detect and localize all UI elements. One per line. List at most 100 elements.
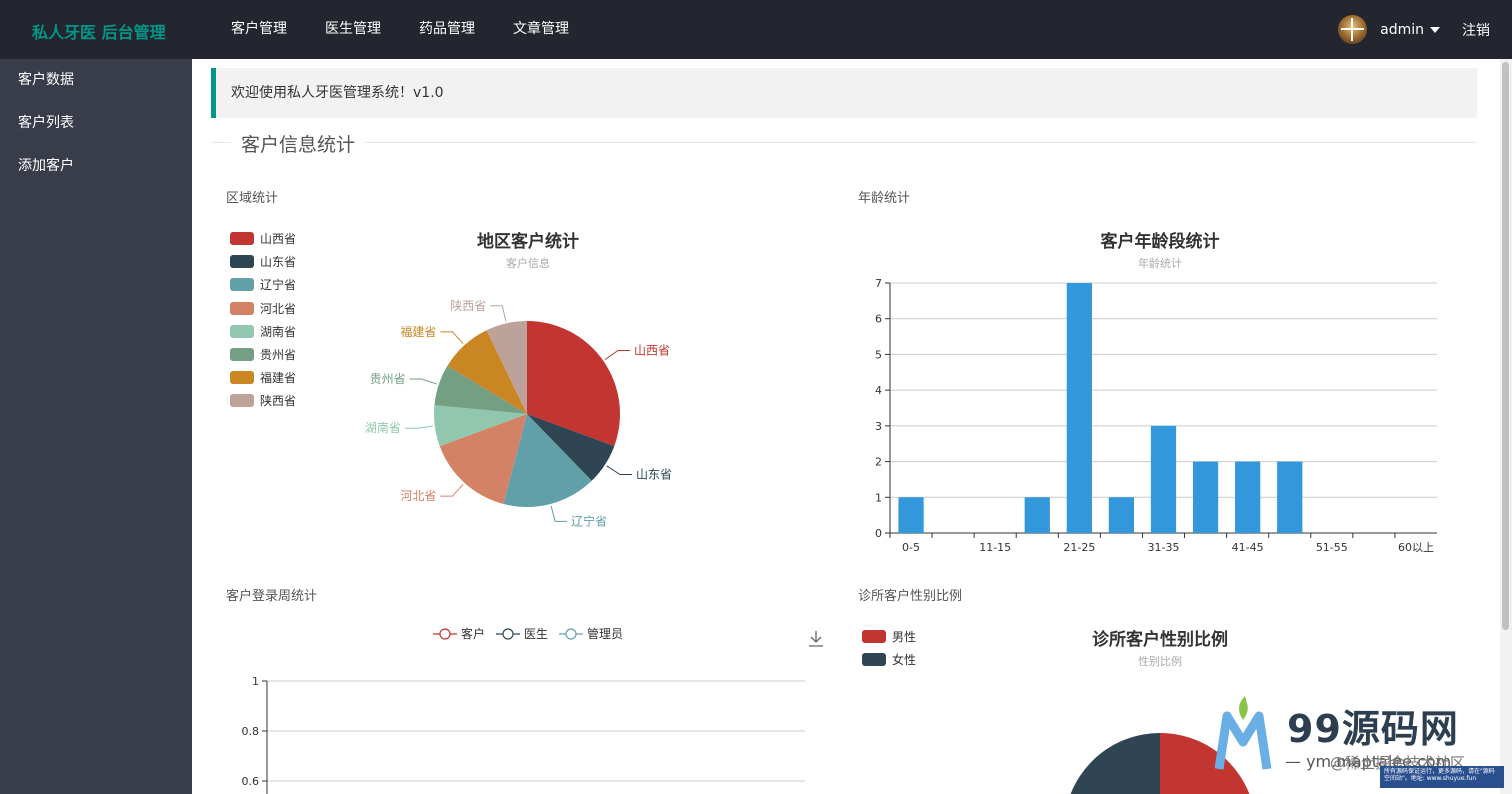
y-tick-label: 3 — [875, 420, 882, 433]
pie-label: 湖南省 — [365, 420, 401, 435]
pie-label-line — [604, 349, 631, 361]
y-tick-label: 0 — [875, 527, 882, 540]
logout-link[interactable]: 注销 — [1462, 20, 1490, 40]
legend-swatch — [230, 348, 254, 361]
bar — [1150, 425, 1177, 533]
sidebar-item-customer-list[interactable]: 客户列表 — [0, 102, 192, 145]
legend-item[interactable]: 医生 — [495, 625, 548, 642]
username-menu[interactable]: admin — [1380, 22, 1424, 38]
pie-label: 山东省 — [636, 468, 672, 482]
age-chart-title: 客户年龄段统计 — [1100, 232, 1220, 252]
y-tick-label: 1 — [252, 675, 259, 688]
scrollbar-thumb[interactable] — [1502, 62, 1509, 630]
bar — [1235, 461, 1261, 533]
bar — [1024, 497, 1050, 533]
x-tick-label: 51-55 — [1316, 541, 1348, 554]
nav-article-management[interactable]: 文章管理 — [494, 0, 588, 59]
pie-slice — [1070, 733, 1160, 794]
legend-label: 福建省 — [260, 371, 297, 386]
x-tick-label: 60以上 — [1398, 541, 1434, 554]
legend-item[interactable]: 河北省 — [230, 300, 296, 317]
legend-label: 客户 — [461, 627, 486, 641]
watermark-brand: 99源码网 — [1287, 707, 1459, 751]
region-card-title: 区域统计 — [226, 191, 279, 206]
legend-item[interactable]: 福建省 — [230, 369, 296, 386]
pie-label: 辽宁省 — [571, 513, 607, 528]
login-card-title: 客户登录周统计 — [226, 589, 318, 604]
legend-swatch — [230, 232, 254, 245]
legend-item[interactable]: 山东省 — [230, 253, 296, 270]
legend-line-marker — [496, 627, 521, 640]
y-tick-label: 2 — [875, 456, 882, 469]
main-content: 欢迎使用私人牙医管理系统！v1.0 客户信息统计 区域统计 山西省 山东省 辽宁省河… — [192, 59, 1500, 794]
bar — [898, 497, 924, 533]
user-area: admin 注销 — [1338, 0, 1512, 59]
legend-label: 山东省 — [260, 255, 297, 270]
watermark-notice: 所有源码保证运行，更多源码，请在"源码空间站"。地址: www.shuyue.f… — [1380, 766, 1504, 788]
legend-label: 管理员 — [587, 627, 624, 641]
legend-dot — [502, 627, 514, 640]
y-tick-label: 6 — [875, 313, 882, 326]
bar — [1066, 283, 1092, 533]
legend-swatch — [230, 324, 254, 338]
pie-label: 福建省 — [400, 324, 436, 339]
section-title: 客户信息统计 — [231, 130, 366, 157]
sidebar-item-add-customer[interactable]: 添加客户 — [0, 145, 192, 188]
legend-label: 辽宁省 — [260, 278, 297, 293]
x-tick-label: 11-15 — [979, 541, 1011, 554]
legend-item[interactable]: 男性 — [862, 628, 916, 645]
legend-swatch — [862, 653, 886, 666]
legend-dot — [439, 627, 451, 640]
legend-item[interactable]: 贵州省 — [230, 346, 296, 363]
legend-item[interactable]: 山西省 — [230, 230, 296, 247]
x-tick-label: 0-5 — [902, 541, 920, 554]
legend-label: 河北省 — [260, 301, 297, 316]
legend-label: 贵州省 — [260, 348, 297, 362]
legend-item[interactable]: 辽宁省 — [230, 276, 296, 293]
legend-label: 陕西省 — [260, 394, 297, 409]
legend-line-marker — [433, 627, 457, 640]
legend-swatch — [230, 255, 254, 269]
y-tick-label: 4 — [875, 384, 882, 397]
legend-label: 男性 — [892, 630, 917, 644]
x-tick-label: 21-25 — [1063, 541, 1095, 554]
pie-label-line — [550, 505, 568, 522]
legend-swatch — [230, 278, 254, 292]
legend-label: 女性 — [892, 653, 917, 667]
legend-label: 山西省 — [260, 232, 297, 246]
login-legend: 客户 医生 管理员 — [432, 625, 633, 642]
pie-label: 贵州省 — [370, 372, 406, 386]
legend-dot — [565, 627, 577, 640]
region-chart-title: 地区客户统计 — [477, 232, 579, 252]
sidebar-item-customer-data[interactable]: 客户数据 — [0, 59, 192, 102]
legend-item[interactable]: 陕西省 — [230, 392, 296, 409]
section-divider — [211, 142, 1477, 143]
app-logo[interactable]: 私人牙医 后台管理 — [32, 19, 166, 43]
watermark-logo-icon — [1215, 696, 1272, 770]
legend-swatch — [230, 301, 254, 315]
nav-drug-management[interactable]: 药品管理 — [400, 0, 494, 59]
legend-item[interactable]: 湖南省 — [230, 323, 296, 340]
avatar[interactable] — [1338, 15, 1368, 44]
legend-swatch — [862, 630, 886, 643]
bar — [1108, 497, 1135, 533]
legend-item[interactable]: 客户 — [432, 625, 485, 642]
region-chart-subtitle: 客户信息 — [506, 257, 550, 270]
x-tick-label: 41-45 — [1232, 541, 1264, 554]
pie-label: 山西省 — [634, 343, 670, 357]
sidebar: 客户数据 客户列表 添加客户 — [0, 59, 192, 794]
vertical-scrollbar[interactable] — [1500, 59, 1512, 794]
pie-label-line — [490, 305, 507, 322]
download-icon[interactable] — [807, 629, 825, 649]
legend-item[interactable]: 管理员 — [558, 625, 623, 642]
top-nav: 客户管理 医生管理 药品管理 文章管理 — [212, 0, 588, 59]
nav-customer-management[interactable]: 客户管理 — [212, 0, 306, 59]
chevron-down-icon[interactable] — [1430, 26, 1440, 33]
legend-swatch — [230, 371, 254, 385]
nav-doctor-management[interactable]: 医生管理 — [306, 0, 400, 59]
legend-label: 湖南省 — [260, 324, 297, 339]
y-tick-label: 1 — [875, 491, 882, 504]
x-tick-label: 31-35 — [1148, 541, 1180, 554]
legend-item[interactable]: 女性 — [862, 651, 916, 668]
legend-label: 医生 — [524, 627, 549, 641]
